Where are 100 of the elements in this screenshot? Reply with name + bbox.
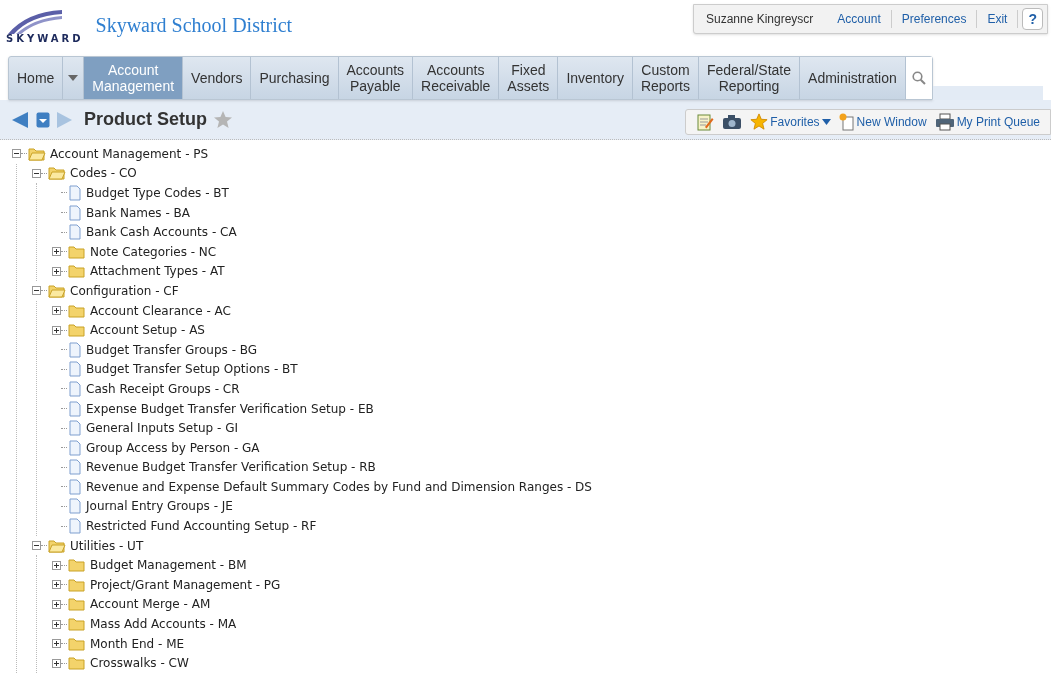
page-icon xyxy=(68,224,82,241)
tree-item[interactable]: Revenue and Expense Default Summary Codes by Fund and Dimension Ranges - DS xyxy=(86,477,592,496)
caret-icon[interactable] xyxy=(821,118,831,125)
print-queue-link[interactable]: My Print Queue xyxy=(934,112,1040,131)
page-icon xyxy=(68,341,82,358)
expander-icon[interactable] xyxy=(52,599,61,609)
expander-icon[interactable] xyxy=(52,619,61,629)
tree-item[interactable]: Budget Management - BM xyxy=(90,556,247,575)
header-link[interactable]: Preferences xyxy=(891,10,978,28)
search-icon[interactable] xyxy=(911,71,926,85)
page-icon xyxy=(68,518,82,535)
expander-icon[interactable] xyxy=(52,658,61,668)
folder-icon xyxy=(68,656,86,671)
tree-item[interactable]: Revenue Budget Transfer Verification Setup - RB xyxy=(86,458,376,477)
expander-icon[interactable] xyxy=(52,639,61,649)
nav-tab[interactable]: Federal/State Reporting xyxy=(699,57,801,99)
folder-icon xyxy=(68,597,86,612)
nav-tab[interactable]: Inventory xyxy=(558,57,633,99)
page-icon xyxy=(68,498,82,515)
user-name: Suzanne Kingreyscr xyxy=(705,11,815,28)
page-icon xyxy=(68,185,82,201)
logo-swoosh-icon xyxy=(6,8,64,34)
expander-icon[interactable] xyxy=(52,306,61,316)
star-icon[interactable] xyxy=(750,112,769,131)
expander-icon[interactable] xyxy=(12,149,21,159)
open-folder-icon xyxy=(48,538,66,553)
tree-item[interactable]: Crosswalks - CW xyxy=(90,654,189,673)
notepad-icon[interactable] xyxy=(696,112,715,131)
expander-icon[interactable] xyxy=(52,560,61,570)
page-icon xyxy=(68,400,82,417)
back-arrow-icon[interactable] xyxy=(10,110,30,129)
folder-icon xyxy=(68,577,86,592)
header-link[interactable]: Account xyxy=(827,10,892,28)
nav-tab[interactable]: Accounts Receivable xyxy=(413,57,500,99)
folder-icon xyxy=(68,264,86,279)
tree-item[interactable]: Expense Budget Transfer Verification Setup - EB xyxy=(86,399,374,418)
tree-item[interactable]: Mass Add Accounts - MA xyxy=(90,615,237,634)
tree-item[interactable]: Account Merge - AM xyxy=(90,595,211,614)
page-icon xyxy=(68,204,82,221)
expander-icon[interactable] xyxy=(32,168,41,178)
header-link[interactable]: Exit xyxy=(977,10,1019,28)
expander-icon[interactable] xyxy=(52,247,61,257)
nav-tab[interactable]: Administration xyxy=(800,57,906,99)
tree-item[interactable]: Month End - ME xyxy=(90,634,185,653)
printer-icon[interactable] xyxy=(934,112,955,131)
tree-item[interactable]: Note Categories - NC xyxy=(90,242,217,261)
open-folder-icon xyxy=(48,166,66,181)
nav-tab[interactable]: Custom Reports xyxy=(632,57,699,99)
folder-icon xyxy=(68,558,86,573)
tree-item[interactable]: Budget Type Codes - BT xyxy=(86,184,229,202)
tree-item[interactable]: Account Clearance - AC xyxy=(90,301,231,320)
tree-item[interactable]: Utilities - UT xyxy=(70,536,144,555)
expander-icon[interactable] xyxy=(52,266,61,276)
tree-item[interactable]: Bank Names - BA xyxy=(86,203,190,222)
expander-icon[interactable] xyxy=(32,541,41,551)
open-folder-icon xyxy=(28,146,46,161)
tree-item[interactable]: Bank Cash Accounts - CA xyxy=(86,223,237,242)
nav-tab[interactable]: Fixed Assets xyxy=(499,57,559,99)
dropdown-icon[interactable] xyxy=(36,110,50,129)
district-title: Skyward School District xyxy=(95,13,293,39)
favorites-button[interactable]: Favorites xyxy=(750,112,831,131)
page-icon xyxy=(68,439,82,456)
folder-icon xyxy=(68,636,86,651)
folder-icon xyxy=(68,323,86,338)
tree-item[interactable]: Attachment Types - AT xyxy=(90,262,225,281)
folder-icon xyxy=(68,244,86,259)
folder-icon xyxy=(68,303,86,318)
help-button[interactable]: ? xyxy=(1022,8,1043,30)
camera-icon[interactable] xyxy=(722,113,743,130)
tree-item[interactable]: Configuration - CF xyxy=(70,281,179,300)
tree-item[interactable]: Cash Receipt Groups - CR xyxy=(86,379,240,398)
expander-icon[interactable] xyxy=(32,286,41,296)
folder-icon xyxy=(68,617,86,632)
tree-item[interactable]: Budget Transfer Setup Options - BT xyxy=(86,360,298,379)
page-icon xyxy=(68,478,82,495)
nav-tab[interactable]: Purchasing xyxy=(251,57,339,99)
open-folder-icon xyxy=(48,283,66,298)
search-button[interactable] xyxy=(905,57,932,99)
new-window-link[interactable]: New Window xyxy=(838,112,927,131)
tree-item[interactable]: Codes - CO xyxy=(70,164,137,183)
page-icon xyxy=(68,420,82,437)
tree-item[interactable]: Restricted Fund Accounting Setup - RF xyxy=(86,517,317,536)
page-icon xyxy=(68,459,82,476)
expander-icon[interactable] xyxy=(52,325,61,335)
nav-tab[interactable]: Accounts Payable xyxy=(338,57,414,99)
page-icon xyxy=(68,380,82,397)
page-title: Product Setup xyxy=(84,108,207,131)
tree-item[interactable]: General Inputs Setup - GI xyxy=(86,419,238,438)
expander-icon[interactable] xyxy=(52,580,61,590)
logo-text: SKYWARD xyxy=(6,34,84,44)
tree-item[interactable]: Budget Transfer Groups - BG xyxy=(86,340,258,359)
tree-item[interactable]: Project/Grant Management - PG xyxy=(90,575,281,594)
page-icon xyxy=(68,361,82,378)
tree-item[interactable]: Account Management - PS xyxy=(50,144,209,163)
tree-item[interactable]: Group Access by Person - GA xyxy=(86,438,260,457)
nav-tab[interactable]: Vendors xyxy=(183,57,252,99)
tree-item[interactable]: Account Setup - AS xyxy=(90,321,205,340)
star-icon[interactable] xyxy=(213,109,233,130)
nav-tab[interactable]: Home xyxy=(9,57,64,99)
tree-item[interactable]: Journal Entry Groups - JE xyxy=(86,497,233,516)
